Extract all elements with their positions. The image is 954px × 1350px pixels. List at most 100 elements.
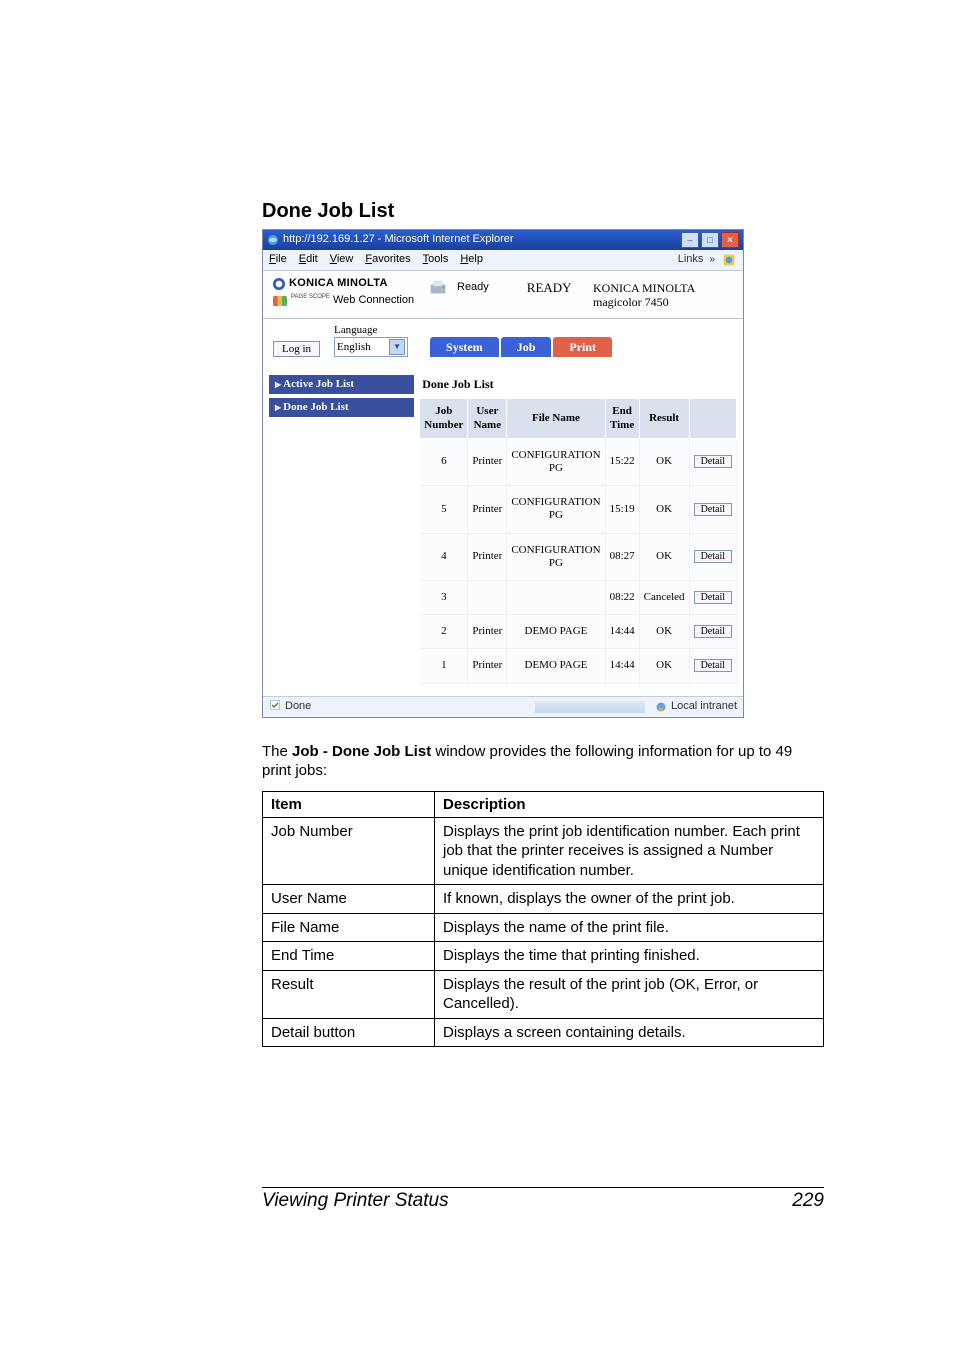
cell-end-time: 14:44 (605, 649, 639, 683)
detail-button[interactable]: Detail (694, 455, 732, 468)
col-file-name: File Name (507, 399, 605, 438)
links-chevron-icon[interactable]: » (709, 254, 715, 266)
detail-button[interactable]: Detail (694, 625, 732, 638)
cell-result: OK (639, 486, 689, 533)
status-ready-label: Ready (457, 281, 489, 294)
cell-detail: Detail (689, 438, 736, 485)
cell-result: OK (639, 615, 689, 649)
triangle-icon: ▶ (275, 403, 281, 412)
links-label[interactable]: Links (678, 253, 704, 266)
cell-end-time: 08:22 (605, 580, 639, 614)
login-button[interactable]: Log in (273, 341, 320, 357)
footer-page: 229 (792, 1190, 824, 1212)
cell-user-name: Printer (468, 533, 507, 580)
page-header: KONICA MINOLTA PAGE SCOPE Web Connection… (263, 271, 743, 319)
brand-webconnection: Web Connection (333, 294, 414, 306)
job-table: Job Number User Name File Name End Time … (420, 399, 737, 683)
desc-header-item: Item (263, 791, 435, 817)
cell-user-name: Printer (468, 438, 507, 485)
ie-logo-icon (721, 252, 737, 268)
desc-item: End Time (263, 942, 435, 971)
status-text: READY (527, 280, 572, 296)
done-check-icon (269, 699, 281, 715)
language-select[interactable]: English ▼ (334, 337, 408, 357)
controls-row: Log in Language English ▼ System Job Pri… (263, 319, 743, 367)
tab-system[interactable]: System (430, 337, 499, 357)
window-titlebar: http://192.169.1.27 - Microsoft Internet… (263, 230, 743, 250)
cell-result: OK (639, 533, 689, 580)
cell-end-time: 08:27 (605, 533, 639, 580)
km-badge-icon (273, 278, 285, 290)
window-close-button[interactable]: ✕ (721, 232, 739, 248)
progress-segment (535, 701, 645, 713)
cell-end-time: 15:19 (605, 486, 639, 533)
col-job-number: Job Number (420, 399, 468, 438)
cell-end-time: 14:44 (605, 615, 639, 649)
desc-item: Result (263, 970, 435, 1018)
intranet-icon (655, 701, 667, 713)
cell-job-number: 6 (420, 438, 468, 485)
menu-tools[interactable]: Tools (423, 253, 449, 266)
window-title: http://192.169.1.27 - Microsoft Internet… (283, 233, 514, 246)
desc-text: Displays a screen containing details. (435, 1018, 824, 1047)
section-title: Done Job List (262, 200, 824, 223)
detail-button[interactable]: Detail (694, 550, 732, 563)
col-result: Result (639, 399, 689, 438)
detail-button[interactable]: Detail (694, 591, 732, 604)
window-maximize-button[interactable]: □ (701, 232, 719, 248)
table-row: 6PrinterCONFIGURATION PG15:22OKDetail (420, 438, 736, 485)
menu-help[interactable]: Help (460, 253, 483, 266)
cell-job-number: 4 (420, 533, 468, 580)
table-row: 2PrinterDEMO PAGE14:44OKDetail (420, 615, 736, 649)
caption-text: The Job - Done Job List window provides … (262, 742, 824, 781)
chevron-down-icon[interactable]: ▼ (389, 339, 405, 355)
desc-item: Detail button (263, 1018, 435, 1047)
desc-item: Job Number (263, 817, 435, 885)
menubar: File Edit View Favorites Tools Help Link… (263, 250, 743, 271)
table-row: User NameIf known, displays the owner of… (263, 885, 824, 914)
pagescope-label: PAGE SCOPE (291, 294, 330, 300)
col-detail (689, 399, 736, 438)
table-row: 4PrinterCONFIGURATION PG08:27OKDetail (420, 533, 736, 580)
sidebar-item-done-job-list[interactable]: ▶Done Job List (269, 398, 414, 417)
desc-text: Displays the time that printing finished… (435, 942, 824, 971)
table-row: 308:22CanceledDetail (420, 580, 736, 614)
model-line1: KONICA MINOLTA (593, 281, 733, 295)
window-minimize-button[interactable]: – (681, 232, 699, 248)
desc-text: Displays the result of the print job (OK… (435, 970, 824, 1018)
language-label: Language (334, 323, 408, 337)
detail-button[interactable]: Detail (694, 503, 732, 516)
tab-job[interactable]: Job (501, 337, 552, 357)
cell-file-name: CONFIGURATION PG (507, 486, 605, 533)
main-tabs: System Job Print (430, 337, 614, 357)
detail-button[interactable]: Detail (694, 659, 732, 672)
desc-item: File Name (263, 913, 435, 942)
menu-edit[interactable]: Edit (299, 253, 318, 266)
footer-title: Viewing Printer Status (262, 1190, 449, 1212)
menu-file[interactable]: File (269, 253, 287, 266)
desc-header-description: Description (435, 791, 824, 817)
language-value: English (337, 340, 371, 354)
tab-print[interactable]: Print (553, 337, 612, 357)
menu-favorites[interactable]: Favorites (365, 253, 410, 266)
sidebar-item-active-job-list[interactable]: ▶Active Job List (269, 375, 414, 394)
statusbar-zone: Local intranet (671, 700, 737, 713)
cell-file-name: CONFIGURATION PG (507, 438, 605, 485)
cell-user-name: Printer (468, 649, 507, 683)
browser-window: http://192.169.1.27 - Microsoft Internet… (262, 229, 744, 718)
table-row: ResultDisplays the result of the print j… (263, 970, 824, 1018)
table-row: 1PrinterDEMO PAGE14:44OKDetail (420, 649, 736, 683)
sidebar-item-label: Active Job List (283, 378, 354, 390)
cell-user-name: Printer (468, 486, 507, 533)
desc-text: If known, displays the owner of the prin… (435, 885, 824, 914)
table-row: End TimeDisplays the time that printing … (263, 942, 824, 971)
table-row: Detail buttonDisplays a screen containin… (263, 1018, 824, 1047)
menu-view[interactable]: View (330, 253, 354, 266)
cell-file-name (507, 580, 605, 614)
sidebar: ▶Active Job List ▶Done Job List (269, 375, 414, 683)
cell-job-number: 1 (420, 649, 468, 683)
cell-end-time: 15:22 (605, 438, 639, 485)
cell-detail: Detail (689, 615, 736, 649)
cell-file-name: DEMO PAGE (507, 615, 605, 649)
cell-detail: Detail (689, 580, 736, 614)
